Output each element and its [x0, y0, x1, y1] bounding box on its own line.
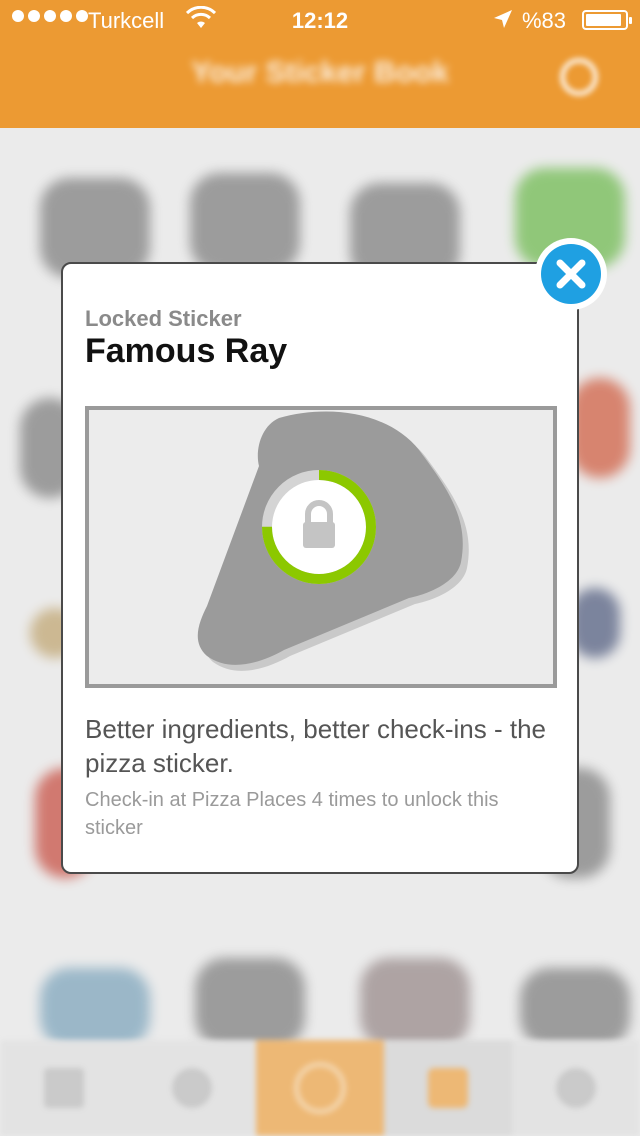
- close-icon: [556, 259, 586, 289]
- battery-percentage: %83: [522, 8, 567, 33]
- close-button[interactable]: [535, 238, 607, 310]
- location-arrow-icon: [492, 8, 514, 36]
- sticker-preview: [85, 406, 557, 688]
- sticker-description: Better ingredients, better check-ins - t…: [85, 714, 547, 778]
- dialog-title: Famous Ray: [85, 332, 288, 370]
- locked-sticker-dialog: Locked Sticker Famous Ray Better ingredi…: [61, 262, 579, 874]
- app-header: Turkcell 12:12 %83 Your Sticker Book: [0, 0, 640, 128]
- search-icon[interactable]: [560, 58, 598, 96]
- status-bar: Turkcell 12:12 %83: [0, 0, 640, 40]
- battery-icon: [582, 10, 632, 30]
- unlock-hint: Check-in at Pizza Places 4 times to unlo…: [85, 789, 499, 839]
- dialog-subtitle: Locked Sticker: [85, 306, 242, 331]
- page-title: Your Sticker Book: [191, 56, 449, 89]
